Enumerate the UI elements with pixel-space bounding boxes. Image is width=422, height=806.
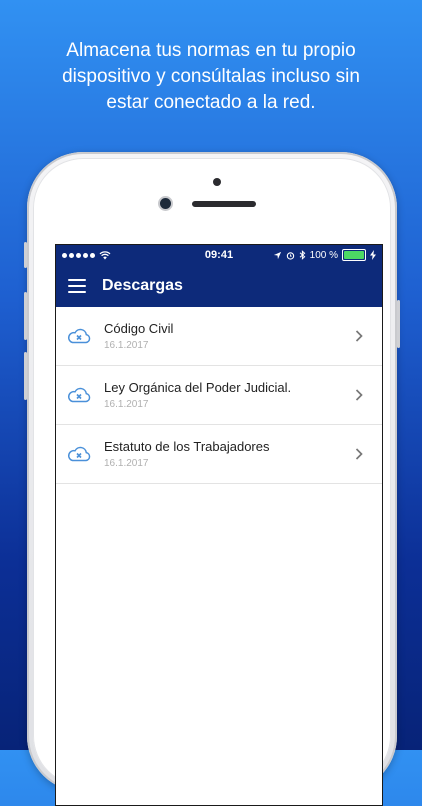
cloud-x-icon bbox=[68, 387, 91, 403]
item-texts: Estatuto de los Trabajadores 16.1.2017 bbox=[104, 439, 354, 469]
phone-frame: 09:41 100 % Descargas Código Civil 16.1.… bbox=[24, 152, 400, 806]
signal-strength-icon bbox=[62, 252, 95, 258]
promo-headline: Almacena tus normas en tu propio disposi… bbox=[20, 38, 402, 116]
item-texts: Ley Orgánica del Poder Judicial. 16.1.20… bbox=[104, 380, 354, 410]
hamburger-menu-icon[interactable] bbox=[68, 279, 86, 293]
front-camera bbox=[160, 198, 171, 209]
power-button bbox=[397, 300, 400, 348]
chevron-right-icon bbox=[355, 389, 363, 401]
chevron-right-icon bbox=[355, 448, 363, 460]
status-left bbox=[62, 250, 111, 260]
cloud-x-icon bbox=[68, 328, 91, 344]
status-right: 100 % bbox=[273, 249, 376, 261]
downloads-list: Código Civil 16.1.2017 Ley Orgánica del … bbox=[56, 307, 382, 484]
chevron-right-icon bbox=[355, 330, 363, 342]
wifi-icon bbox=[99, 250, 111, 259]
item-texts: Código Civil 16.1.2017 bbox=[104, 321, 354, 351]
item-title: Estatuto de los Trabajadores bbox=[104, 439, 270, 454]
headline-line-2: dispositivo y consúltalas incluso sin bbox=[62, 66, 360, 87]
proximity-sensor bbox=[213, 178, 221, 186]
battery-percentage: 100 % bbox=[309, 249, 338, 261]
location-arrow-icon bbox=[273, 251, 281, 259]
battery-level-fill bbox=[344, 251, 364, 259]
volume-down-button bbox=[24, 352, 27, 400]
list-item[interactable]: Estatuto de los Trabajadores 16.1.2017 bbox=[56, 425, 382, 484]
item-title: Ley Orgánica del Poder Judicial. bbox=[104, 380, 292, 395]
cloud-x-icon bbox=[68, 446, 91, 462]
charging-bolt-icon bbox=[370, 250, 376, 260]
list-item[interactable]: Ley Orgánica del Poder Judicial. 16.1.20… bbox=[56, 366, 382, 425]
app-bar: Descargas bbox=[56, 265, 382, 307]
headline-line-1: Almacena tus normas en tu propio bbox=[66, 40, 356, 61]
item-title: Código Civil bbox=[104, 321, 174, 336]
status-bar: 09:41 100 % bbox=[56, 245, 382, 265]
earpiece-speaker bbox=[192, 201, 256, 207]
item-date: 16.1.2017 bbox=[104, 399, 149, 410]
page-title: Descargas bbox=[102, 277, 183, 294]
bluetooth-icon bbox=[299, 250, 305, 260]
phone-screen: 09:41 100 % Descargas Código Civil 16.1.… bbox=[55, 244, 383, 806]
headline-line-3: estar conectado a la red. bbox=[106, 92, 316, 113]
alarm-icon bbox=[286, 251, 294, 260]
volume-up-button bbox=[24, 292, 27, 340]
phone-face: 09:41 100 % Descargas Código Civil 16.1.… bbox=[33, 158, 391, 806]
list-item[interactable]: Código Civil 16.1.2017 bbox=[56, 307, 382, 366]
mute-switch bbox=[24, 242, 27, 268]
item-date: 16.1.2017 bbox=[104, 458, 149, 469]
battery-icon bbox=[342, 249, 366, 261]
item-date: 16.1.2017 bbox=[104, 340, 149, 351]
